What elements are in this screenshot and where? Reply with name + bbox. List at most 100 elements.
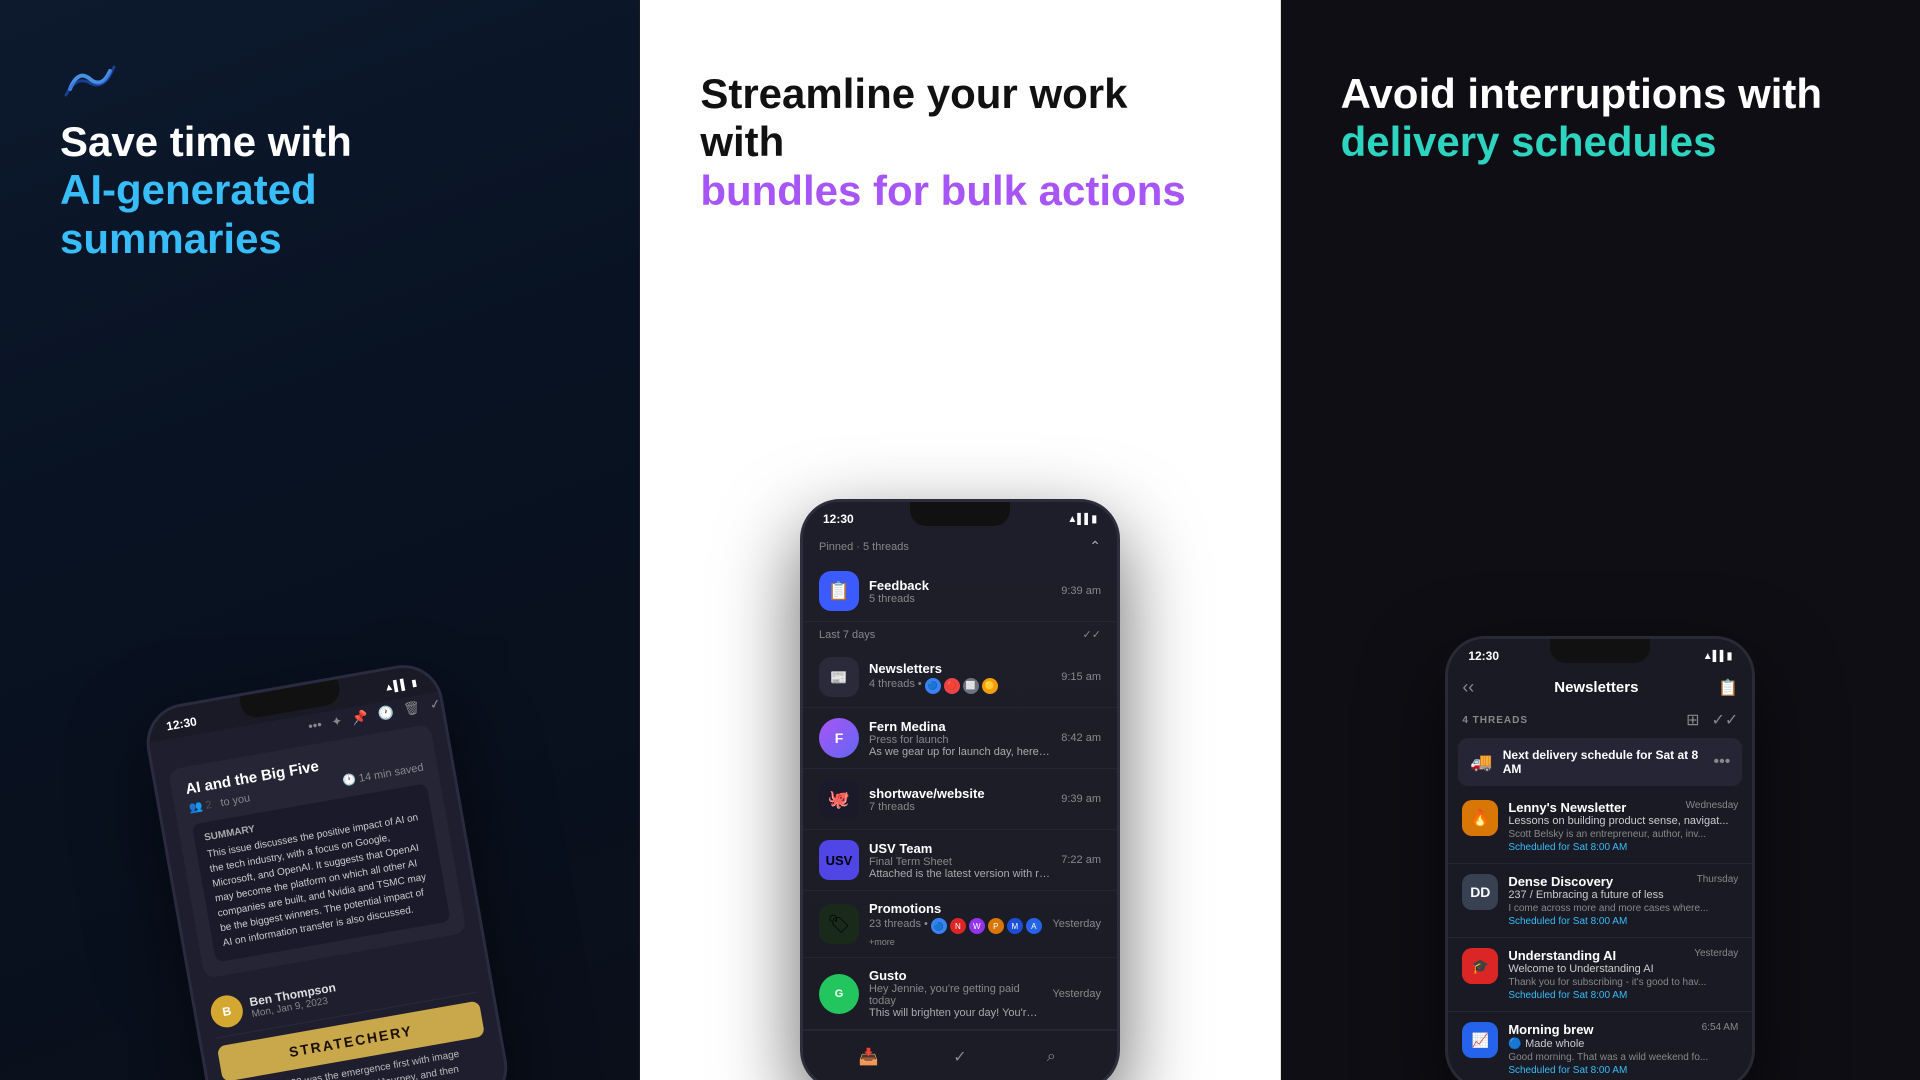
status-icons: ▲▌▌ ▮	[383, 677, 417, 694]
dense-info: Dense Discovery Thursday 237 / Embracing…	[1508, 874, 1738, 927]
fern-preview: As we gear up for launch day, here's a l…	[869, 746, 1051, 758]
phone2-notch	[910, 502, 1010, 526]
shortwave-name: shortwave/website	[869, 786, 1051, 801]
uai-preview: Thank you for subscribing - it's good to…	[1508, 977, 1738, 988]
delivery-icon: 🚚	[1470, 752, 1492, 773]
usv-subject: Final Term Sheet	[869, 856, 1051, 868]
nl-item-uai[interactable]: 🎓 Understanding AI Yesterday Welcome to …	[1448, 938, 1752, 1012]
promotions-name: Promotions	[869, 901, 1042, 916]
feedback-icon: 📋	[819, 571, 859, 611]
feedback-name: Feedback	[869, 578, 1051, 593]
brew-info: Morning brew 6:54 AM 🔵 Made whole Good m…	[1508, 1022, 1738, 1076]
panel2-headline-accent: bundles for bulk actions	[700, 167, 1185, 214]
last7days-header: Last 7 days ✓✓	[803, 622, 1117, 647]
promotions-time: Yesterday	[1052, 918, 1101, 930]
delivery-text: Next delivery schedule for Sat at 8 AM	[1503, 748, 1704, 776]
pinned-header: Pinned · 5 threads ⌃	[803, 532, 1117, 561]
nav-inbox[interactable]: 📥	[853, 1041, 885, 1073]
uai-name: Understanding AI	[1508, 948, 1616, 963]
panel-3: Avoid interruptions with delivery schedu…	[1281, 0, 1920, 1080]
p3-header: ‹‹ Newsletters 📋	[1448, 669, 1752, 706]
nav-check[interactable]: ✓	[944, 1041, 976, 1073]
nl-item-brew[interactable]: 📈 Morning brew 6:54 AM 🔵 Made whole Good…	[1448, 1012, 1752, 1080]
panel1-headline: Save time with AI-generated summaries	[0, 118, 639, 263]
brew-name: Morning brew	[1508, 1022, 1593, 1037]
promotions-tags: 23 threads • 🔵 N W P M A +more	[869, 918, 1042, 947]
promotions-icon: 🏷	[819, 904, 859, 944]
multi-select-icon[interactable]: ⊞	[1686, 710, 1699, 730]
usv-info: USV Team Final Term Sheet Attached is th…	[869, 841, 1051, 880]
phone-mockup-1: 12:30 ▲▌▌ ▮ ••• ✦ 📌 🕐 🗑 ✓ AI and the Big…	[0, 642, 639, 1080]
phone1-body: AI and the Big Five 👥 2 to you 🕐 14 min …	[154, 721, 510, 1080]
phone2-time: 12:30	[823, 512, 854, 526]
fern-time: 8:42 am	[1061, 732, 1101, 744]
usv-name: USV Team	[869, 841, 1051, 856]
gusto-name: Gusto	[869, 968, 1042, 983]
filter-icon[interactable]: ✓✓	[1712, 710, 1739, 730]
headline-accent-line2: summaries	[60, 215, 282, 262]
promotions-info: Promotions 23 threads • 🔵 N W P M A +mor…	[869, 901, 1042, 947]
dense-time: Thursday	[1697, 874, 1739, 889]
feedback-thread[interactable]: 📋 Feedback 5 threads 9:39 am	[803, 561, 1117, 622]
usv-thread[interactable]: USV USV Team Final Term Sheet Attached i…	[803, 830, 1117, 891]
shortwave-info: shortwave/website 7 threads	[869, 786, 1051, 813]
lenny-subject: Lessons on building product sense, navig…	[1508, 815, 1738, 827]
newsletters-name: Newsletters	[869, 661, 1051, 676]
brew-subject: 🔵 Made whole	[1508, 1037, 1738, 1050]
lenny-avatar: 🔥	[1462, 800, 1498, 836]
nl-item-lenny[interactable]: 🔥 Lenny's Newsletter Wednesday Lessons o…	[1448, 790, 1752, 864]
panel2-headline-line1: Streamline your work with	[700, 70, 1127, 165]
gusto-avatar: G	[819, 974, 859, 1014]
panel2-headline: Streamline your work with bundles for bu…	[640, 60, 1279, 215]
promotions-count: 23 threads	[869, 918, 921, 934]
phone-mockup-3: 12:30 ▲▌▌▮ ‹‹ Newsletters 📋 4 THREADS ⊞ …	[1281, 636, 1920, 1080]
brew-sched: Scheduled for Sat 8:00 AM	[1508, 1065, 1738, 1076]
uai-info: Understanding AI Yesterday Welcome to Un…	[1508, 948, 1738, 1001]
delivery-more-icon[interactable]: •••	[1714, 753, 1731, 771]
delivery-banner[interactable]: 🚚 Next delivery schedule for Sat at 8 AM…	[1458, 738, 1742, 786]
phone-mockup-2: 12:30 ▲▌▌▮ Pinned · 5 threads ⌃ 📋 Feedba…	[640, 499, 1279, 1080]
usv-icon: USV	[819, 840, 859, 880]
lenny-info: Lenny's Newsletter Wednesday Lessons on …	[1508, 800, 1738, 853]
uai-time: Yesterday	[1694, 948, 1738, 963]
gusto-time: Yesterday	[1052, 988, 1101, 1000]
status-time: 12:30	[165, 714, 198, 733]
usv-time: 7:22 am	[1061, 854, 1101, 866]
lenny-name: Lenny's Newsletter	[1508, 800, 1626, 815]
shortwave-icon: 🐙	[819, 779, 859, 819]
threads-toolbar: 4 THREADS ⊞ ✓✓	[1448, 706, 1752, 734]
headline-line1: Save time with	[60, 118, 352, 165]
newsletters-icon: 📰	[819, 657, 859, 697]
uai-subject: Welcome to Understanding AI	[1508, 963, 1738, 975]
nav-search[interactable]: ⌕	[1035, 1041, 1067, 1073]
newsletters-time: 9:15 am	[1061, 671, 1101, 683]
gusto-thread[interactable]: G Gusto Hey Jennie, you're getting paid …	[803, 958, 1117, 1030]
fern-thread[interactable]: F Fern Medina Press for launch As we gea…	[803, 708, 1117, 769]
uai-avatar: 🎓	[1462, 948, 1498, 984]
dense-name: Dense Discovery	[1508, 874, 1613, 889]
feedback-time: 9:39 am	[1061, 585, 1101, 597]
panel3-headline-line1: Avoid interruptions with	[1341, 70, 1822, 117]
headline-accent-line: AI-generated	[60, 166, 317, 213]
gusto-subject: Hey Jennie, you're getting paid today	[869, 983, 1042, 1007]
back-button[interactable]: ‹‹	[1462, 677, 1474, 698]
brew-preview: Good morning. That was a wild weekend fo…	[1508, 1052, 1738, 1063]
panel3-headline-accent: delivery schedules	[1341, 118, 1717, 165]
dense-preview: I come across more and more cases where.…	[1508, 903, 1738, 914]
newsletters-thread[interactable]: 📰 Newsletters 4 threads • 🔵 🔴 ⬜ 🟡 9:15 a…	[803, 647, 1117, 708]
uai-sched: Scheduled for Sat 8:00 AM	[1508, 990, 1738, 1001]
gusto-info: Gusto Hey Jennie, you're getting paid to…	[869, 968, 1042, 1019]
sender-info: Ben Thompson Mon, Jan 9, 2023	[248, 980, 338, 1020]
compose-icon[interactable]: 📋	[1718, 678, 1738, 698]
promotions-thread[interactable]: 🏷 Promotions 23 threads • 🔵 N W P M A +m…	[803, 891, 1117, 958]
feedback-count: 5 threads	[869, 593, 1051, 605]
shortwave-count: 7 threads	[869, 801, 1051, 813]
shortwave-thread[interactable]: 🐙 shortwave/website 7 threads 9:39 am	[803, 769, 1117, 830]
lenny-time: Wednesday	[1686, 800, 1739, 815]
nl-item-dense[interactable]: DD Dense Discovery Thursday 237 / Embrac…	[1448, 864, 1752, 938]
brew-avatar: 📈	[1462, 1022, 1498, 1058]
newsletters-tags: 4 threads • 🔵 🔴 ⬜ 🟡	[869, 678, 1051, 694]
fern-subject: Press for launch	[869, 734, 1051, 746]
dense-subject: 237 / Embracing a future of less	[1508, 889, 1738, 901]
phone3-time: 12:30	[1468, 649, 1499, 663]
